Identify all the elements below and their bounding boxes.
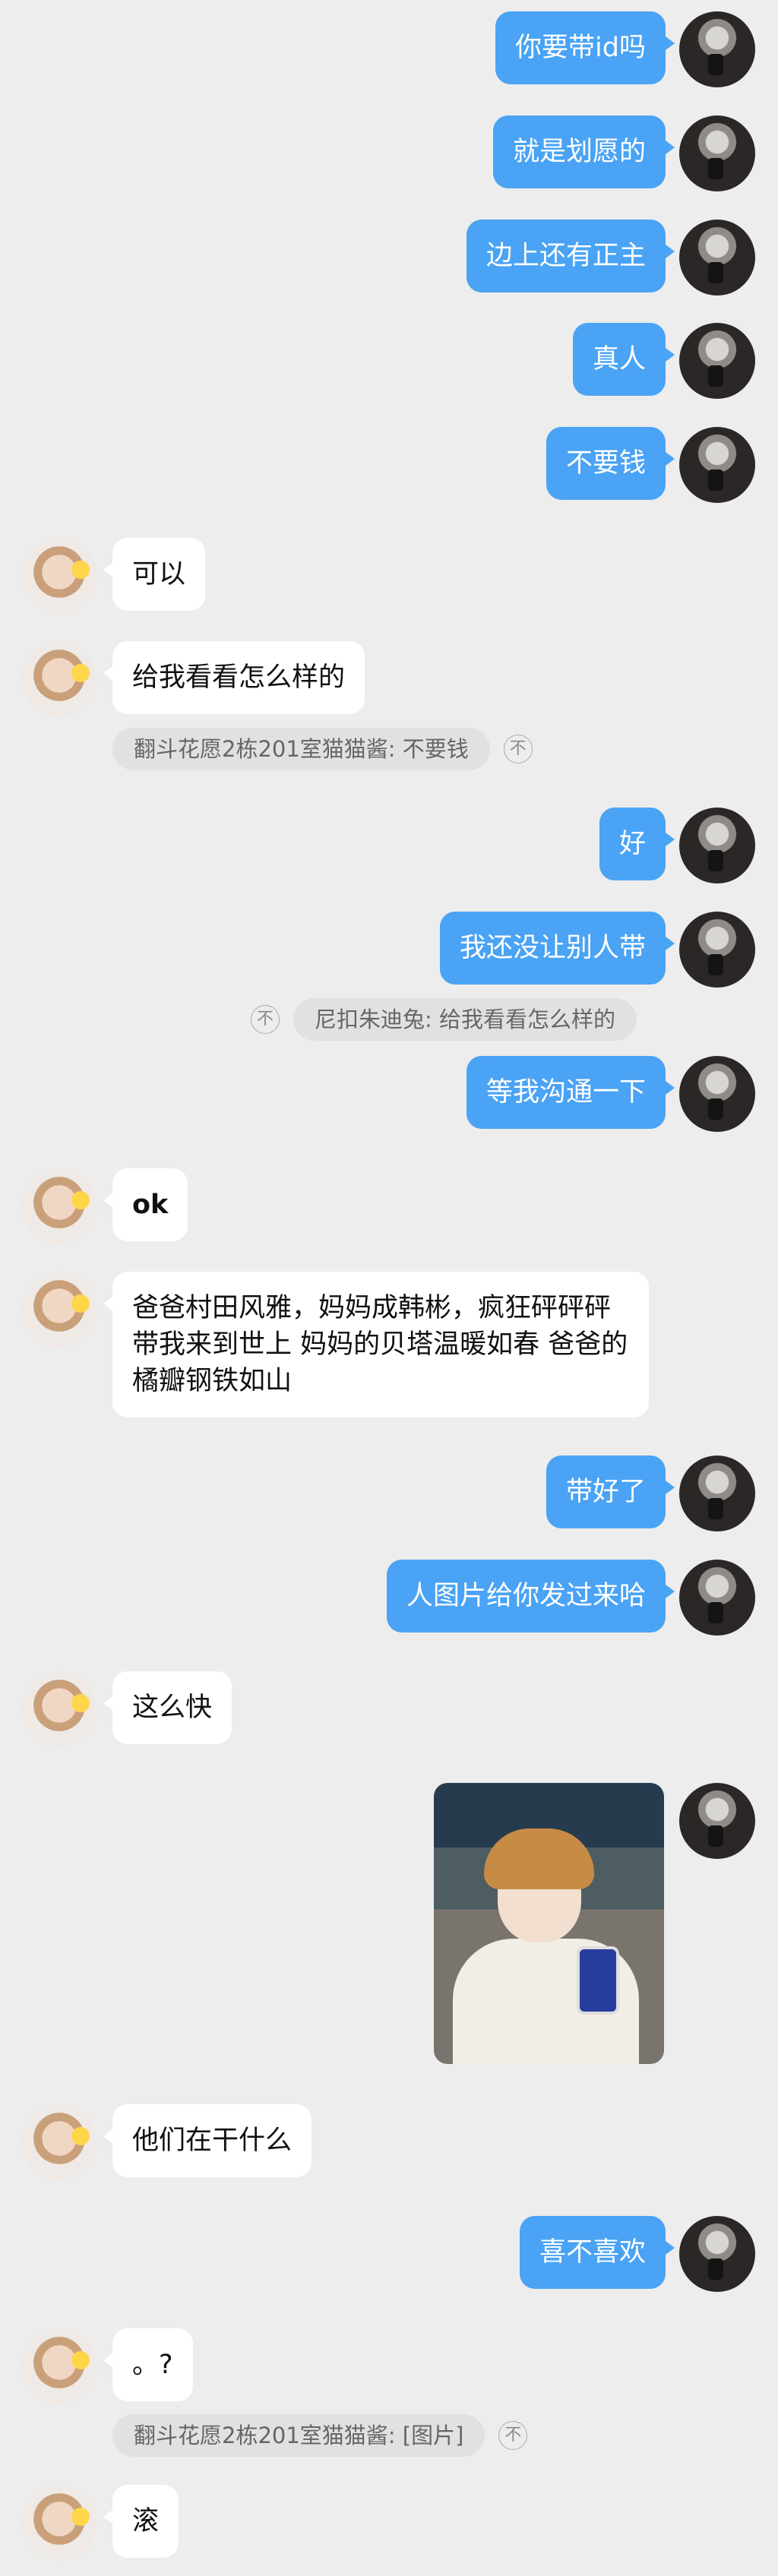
photo-person-hat bbox=[484, 1828, 594, 1889]
contact-avatar[interactable] bbox=[21, 2328, 97, 2404]
message-bubble-me[interactable]: 边上还有正主 bbox=[466, 220, 675, 292]
photo-phone bbox=[577, 1946, 619, 2015]
message-bubble-other[interactable]: 。? bbox=[103, 2328, 193, 2401]
quoted-reply: 不 尼扣朱迪兔: 给我看看怎么样的 bbox=[251, 998, 637, 1041]
quote-text[interactable]: 尼扣朱迪兔: 给我看看怎么样的 bbox=[293, 998, 637, 1041]
message-bubble-me[interactable]: 人图片给你发过来哈 bbox=[386, 1560, 675, 1633]
message-bubble-other[interactable]: 滚 bbox=[103, 2485, 179, 2558]
message-bubble-me[interactable]: 喜不喜欢 bbox=[519, 2216, 675, 2289]
contact-avatar[interactable] bbox=[21, 2485, 97, 2561]
message-bubble-other[interactable]: 爸爸村田风雅，妈妈成韩彬，疯狂砰砰砰带我来到世上 妈妈的贝塔温暖如春 爸爸的橘瓣… bbox=[103, 1272, 649, 1418]
my-avatar[interactable] bbox=[679, 427, 755, 503]
message-bubble-me[interactable]: 真人 bbox=[572, 323, 675, 396]
my-avatar[interactable] bbox=[679, 115, 755, 191]
contact-avatar[interactable] bbox=[21, 538, 97, 614]
message-bubble-other[interactable]: ok bbox=[103, 1168, 188, 1241]
contact-avatar[interactable] bbox=[21, 1168, 97, 1244]
my-avatar[interactable] bbox=[679, 220, 755, 296]
contact-avatar[interactable] bbox=[21, 641, 97, 717]
message-bubble-other[interactable]: 可以 bbox=[103, 538, 206, 611]
message-bubble-me[interactable]: 就是划愿的 bbox=[492, 115, 675, 188]
message-bubble-me[interactable]: 你要带id吗 bbox=[495, 11, 675, 84]
message-bubble-other[interactable]: 这么快 bbox=[103, 1671, 232, 1744]
my-avatar[interactable] bbox=[679, 1456, 755, 1531]
my-avatar[interactable] bbox=[679, 1056, 755, 1132]
message-bubble-me[interactable]: 我还没让别人带 bbox=[439, 912, 675, 985]
quote-action-icon[interactable]: 不 bbox=[251, 1005, 280, 1034]
message-bubble-other[interactable]: 他们在干什么 bbox=[103, 2104, 312, 2177]
my-avatar[interactable] bbox=[679, 323, 755, 399]
my-avatar[interactable] bbox=[679, 808, 755, 883]
message-bubble-me[interactable]: 带好了 bbox=[546, 1456, 675, 1528]
my-avatar[interactable] bbox=[679, 1560, 755, 1636]
message-bubble-other[interactable]: 给我看看怎么样的 bbox=[103, 641, 365, 714]
my-avatar[interactable] bbox=[679, 912, 755, 988]
contact-avatar[interactable] bbox=[21, 1671, 97, 1747]
message-bubble-me[interactable]: 不要钱 bbox=[546, 427, 675, 500]
message-bubble-me[interactable]: 等我沟通一下 bbox=[466, 1056, 675, 1129]
my-avatar[interactable] bbox=[679, 2216, 755, 2292]
quote-action-icon[interactable]: 不 bbox=[503, 735, 533, 763]
message-bubble-me[interactable]: 好 bbox=[599, 808, 675, 880]
quote-text[interactable]: 翻斗花愿2栋201室猫猫酱: [图片] bbox=[112, 2414, 485, 2457]
my-avatar[interactable] bbox=[679, 11, 755, 87]
quoted-reply: 翻斗花愿2栋201室猫猫酱: 不要钱 不 bbox=[112, 728, 533, 770]
contact-avatar[interactable] bbox=[21, 1272, 97, 1348]
contact-avatar[interactable] bbox=[21, 2104, 97, 2180]
photo-message[interactable] bbox=[434, 1783, 664, 2064]
my-avatar[interactable] bbox=[679, 1783, 755, 1859]
quote-text[interactable]: 翻斗花愿2栋201室猫猫酱: 不要钱 bbox=[112, 728, 490, 770]
quote-action-icon[interactable]: 不 bbox=[498, 2421, 528, 2450]
quoted-reply: 翻斗花愿2栋201室猫猫酱: [图片] 不 bbox=[112, 2414, 528, 2457]
